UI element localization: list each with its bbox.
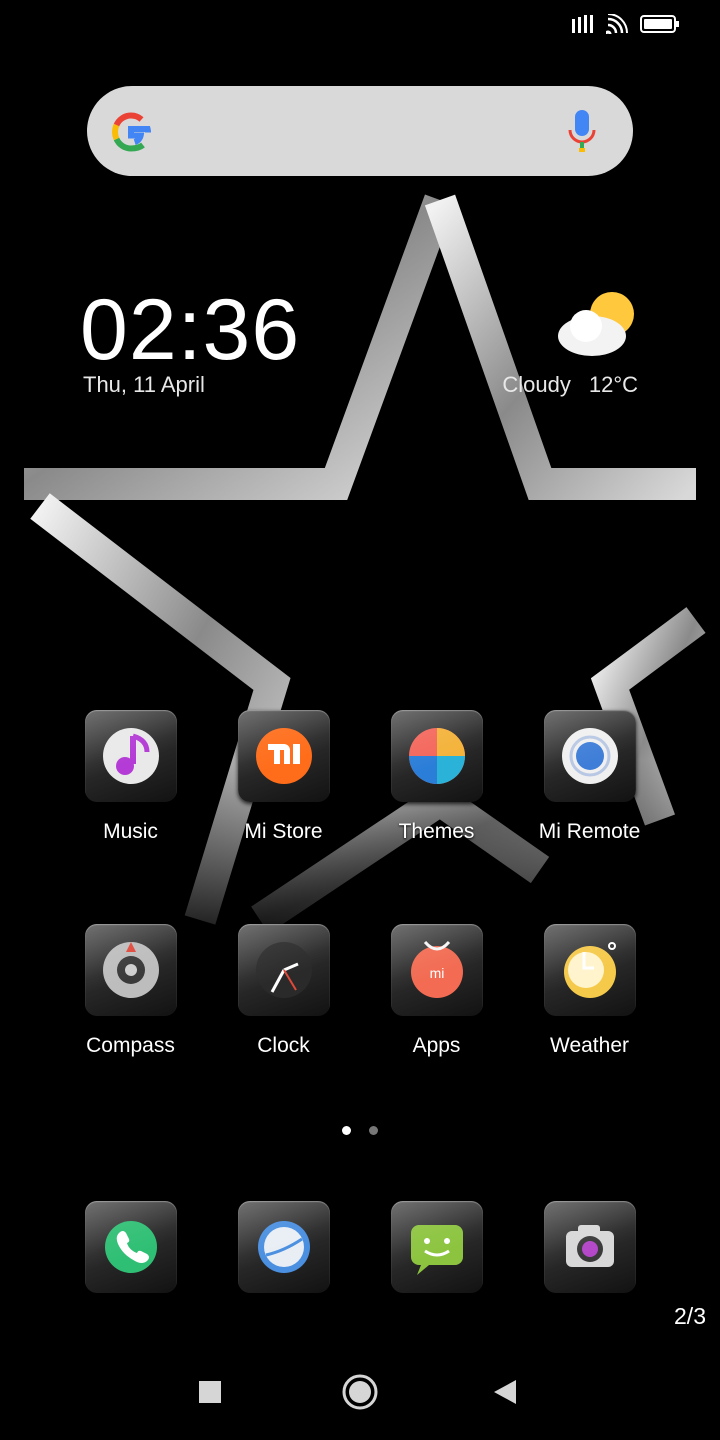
- mi-store-tile: [238, 710, 330, 802]
- app-label: Mi Remote: [538, 820, 641, 843]
- page-counter: 2/3: [674, 1303, 706, 1329]
- dock-messaging[interactable]: [360, 1201, 513, 1371]
- dock-camera[interactable]: [513, 1201, 666, 1371]
- remote-icon: [562, 728, 618, 784]
- camera-tile: [544, 1201, 636, 1293]
- weather-temperature: 12°C: [588, 372, 638, 397]
- weather-widget[interactable]: Cloudy 12°C: [478, 290, 638, 410]
- mi-logo-icon: [256, 728, 312, 784]
- compass-icon: [103, 942, 159, 998]
- navigation-bar: [0, 1360, 720, 1424]
- camera-icon: [566, 1225, 614, 1267]
- triangle-back-icon[interactable]: [484, 1370, 528, 1414]
- dock-browser[interactable]: [207, 1201, 360, 1371]
- partly-cloudy-icon: [558, 292, 634, 356]
- app-compass[interactable]: Compass: [54, 924, 207, 1094]
- app-label: Apps: [412, 1034, 461, 1057]
- page-indicator: [342, 1126, 378, 1135]
- square-recents-icon[interactable]: [188, 1370, 232, 1414]
- app-label: Mi Store: [244, 820, 323, 843]
- svg-text:mi: mi: [430, 965, 445, 981]
- clock-icon: [256, 942, 312, 998]
- page-dot: [369, 1126, 378, 1135]
- signal-bars-icon: [572, 15, 593, 33]
- status-bar: [572, 12, 680, 36]
- battery-icon: [640, 15, 679, 33]
- phone-tile: [85, 1201, 177, 1293]
- app-themes[interactable]: Themes: [360, 710, 513, 880]
- app-store-bag-icon: mi: [411, 940, 463, 998]
- microphone-icon[interactable]: [567, 110, 597, 154]
- app-apps[interactable]: mi Apps: [360, 924, 513, 1094]
- app-mi-store[interactable]: Mi Store: [207, 710, 360, 880]
- dock-phone[interactable]: [54, 1201, 207, 1371]
- themes-icon: [409, 728, 465, 784]
- mi-remote-tile: [544, 710, 636, 802]
- circle-home-icon[interactable]: [338, 1370, 382, 1414]
- page-dot-active: [342, 1126, 351, 1135]
- app-weather[interactable]: Weather: [513, 924, 666, 1094]
- apps-tile: mi: [391, 924, 483, 1016]
- app-label: Clock: [257, 1034, 310, 1057]
- wifi-icon: [606, 14, 628, 34]
- browser-icon: [258, 1221, 310, 1273]
- app-clock[interactable]: Clock: [207, 924, 360, 1094]
- weather-sun-icon: [564, 942, 616, 998]
- app-label: Weather: [550, 1034, 629, 1057]
- compass-tile: [85, 924, 177, 1016]
- browser-tile: [238, 1201, 330, 1293]
- app-mi-remote[interactable]: Mi Remote: [513, 710, 666, 880]
- app-label: Compass: [86, 1034, 175, 1057]
- clock-tile: [238, 924, 330, 1016]
- clock-widget[interactable]: 02:36 Thu, 11 April: [80, 282, 300, 398]
- clock-time: 02:36: [80, 282, 301, 378]
- music-note-icon: [103, 728, 159, 784]
- search-input[interactable]: [177, 106, 541, 158]
- themes-tile: [391, 710, 483, 802]
- app-label: Themes: [398, 820, 475, 843]
- messaging-tile: [391, 1201, 483, 1293]
- app-music[interactable]: Music: [54, 710, 207, 880]
- messaging-icon: [411, 1225, 463, 1275]
- music-tile: [85, 710, 177, 802]
- google-g-icon: [111, 112, 151, 152]
- app-label: Music: [103, 820, 158, 843]
- weather-condition: Cloudy: [502, 372, 571, 397]
- weather-tile: [544, 924, 636, 1016]
- search-bar[interactable]: [87, 86, 633, 176]
- phone-icon: [105, 1221, 157, 1273]
